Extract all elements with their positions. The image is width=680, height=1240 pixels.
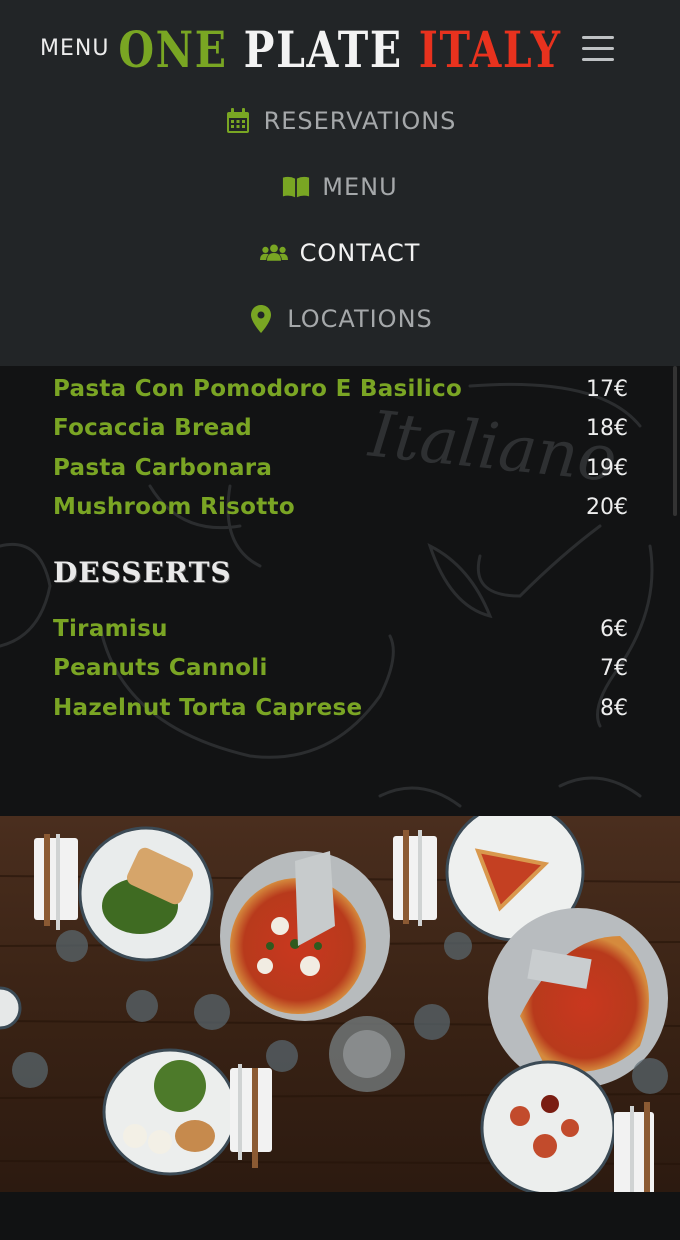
dish-price: 8€ [600, 695, 628, 721]
hamburger-menu-icon[interactable] [582, 36, 616, 64]
dish-name: Tiramisu [53, 616, 168, 642]
dish-price: 18€ [586, 415, 628, 441]
scrollbar[interactable] [673, 366, 677, 516]
dish-price: 20€ [586, 494, 628, 520]
site-logo[interactable]: ONE PLATE ITALY [61, 18, 619, 82]
menu-row: Peanuts Cannoli 7€ [53, 650, 628, 686]
nav-label-contact: CONTACT [299, 239, 421, 267]
nav-item-locations[interactable]: LOCATIONS [0, 286, 680, 352]
desserts-heading: DESSERTS [53, 556, 232, 589]
dish-price: 6€ [600, 616, 628, 642]
main-navigation: RESERVATIONS MENU CONTACT LOCATIONS [0, 88, 680, 352]
footer-strip [0, 1192, 680, 1240]
dish-price: 7€ [600, 655, 628, 681]
dish-name: Peanuts Cannoli [53, 655, 268, 681]
dish-name: Hazelnut Torta Caprese [53, 695, 363, 721]
menu-row: Hazelnut Torta Caprese 8€ [53, 690, 628, 726]
plate-bottom-right [480, 1060, 616, 1196]
logo-word-one: ONE [118, 20, 228, 79]
menu-row: Tiramisu 6€ [53, 611, 628, 647]
nav-item-contact[interactable]: CONTACT [0, 220, 680, 286]
food-table-photo [0, 802, 680, 1196]
logo-word-italy: ITALY [418, 20, 562, 79]
dish-name: Pasta Con Pomodoro E Basilico [53, 376, 463, 402]
header: MENU ONE PLATE ITALY RESERVATIONS MENU C… [0, 0, 680, 366]
book-icon [282, 173, 310, 201]
dish-price: 17€ [586, 376, 628, 402]
menu-row: Mushroom Risotto 20€ [53, 489, 628, 525]
dish-name: Mushroom Risotto [53, 494, 295, 520]
menu-list-section: Italiano Pasta Con Pomodoro E Basilico 1… [0, 366, 680, 816]
dish-price: 19€ [586, 455, 628, 481]
plate-bottom-left [102, 1048, 238, 1176]
glass-jar [329, 1016, 405, 1092]
menu-row: Pasta Con Pomodoro E Basilico 17€ [53, 371, 628, 407]
plate-salad [78, 826, 214, 962]
map-pin-icon [247, 305, 275, 333]
dish-name: Pasta Carbonara [53, 455, 273, 481]
calendar-icon [224, 107, 252, 135]
nav-label-locations: LOCATIONS [287, 305, 433, 333]
menu-row: Focaccia Bread 18€ [53, 410, 628, 446]
menu-row: Pasta Carbonara 19€ [53, 450, 628, 486]
nav-item-reservations[interactable]: RESERVATIONS [0, 88, 680, 154]
pizza-tray-center [220, 851, 390, 1021]
users-icon [259, 239, 288, 267]
nav-label-menu: MENU [322, 173, 398, 201]
nav-label-reservations: RESERVATIONS [263, 107, 457, 135]
logo-word-plate: PLATE [243, 20, 403, 79]
dish-name: Focaccia Bread [53, 415, 253, 441]
nav-item-menu[interactable]: MENU [0, 154, 680, 220]
